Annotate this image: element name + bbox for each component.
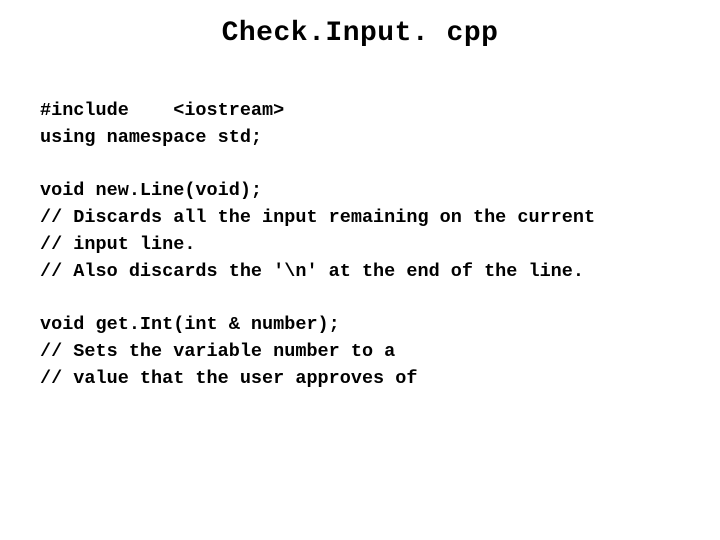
code-block: #include <iostream> using namespace std;… (40, 71, 680, 393)
code-line: // Discards all the input remaining on t… (40, 207, 595, 228)
code-line: // value that the user approves of (40, 368, 417, 389)
code-line: void new.Line(void); (40, 180, 262, 201)
code-line: using namespace std; (40, 127, 262, 148)
code-line: // Sets the variable number to a (40, 341, 395, 362)
page-title: Check.Input. cpp (40, 18, 680, 49)
code-line: // Also discards the '\n' at the end of … (40, 261, 584, 282)
code-line: #include <iostream> (40, 100, 284, 121)
slide-page: Check.Input. cpp #include <iostream> usi… (0, 0, 720, 540)
code-line: void get.Int(int & number); (40, 314, 340, 335)
code-line: // input line. (40, 234, 195, 255)
